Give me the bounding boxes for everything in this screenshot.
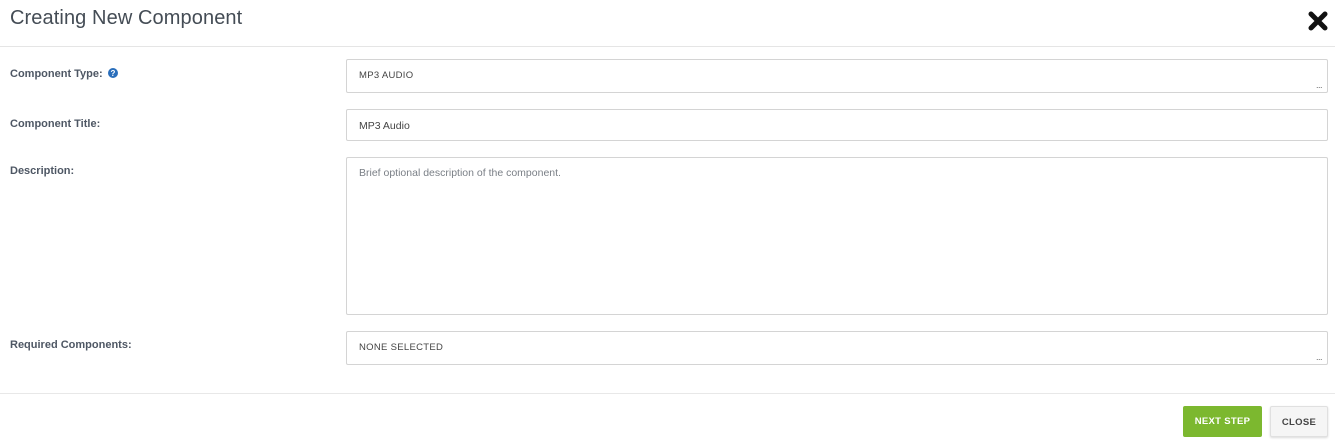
picker-ellipsis-icon[interactable]: ... — [1316, 81, 1323, 90]
component-type-value: MP3 AUDIO — [359, 70, 414, 81]
svg-text:?: ? — [110, 69, 115, 78]
description-textarea[interactable] — [346, 157, 1328, 315]
picker-ellipsis-icon[interactable]: ... — [1316, 353, 1323, 362]
component-title-label: Component Title: — [10, 118, 101, 130]
component-title-input[interactable]: MP3 Audio — [346, 109, 1328, 141]
close-x-icon[interactable] — [1305, 8, 1331, 34]
required-components-picker[interactable]: NONE SELECTED ... — [346, 331, 1328, 365]
description-label: Description: — [10, 165, 75, 177]
required-components-value: NONE SELECTED — [359, 342, 444, 353]
component-type-label: Component Type: ? — [10, 68, 118, 80]
component-type-picker[interactable]: MP3 AUDIO ... — [346, 59, 1328, 93]
question-circle-icon[interactable]: ? — [107, 68, 118, 78]
footer-divider — [0, 393, 1335, 394]
component-type-label-text: Component Type: — [10, 68, 103, 80]
dialog-header: Creating New Component — [0, 0, 1335, 47]
component-title-value: MP3 Audio — [359, 120, 410, 132]
dialog-title: Creating New Component — [10, 7, 243, 29]
required-components-label: Required Components: — [10, 339, 132, 351]
create-component-dialog: Creating New Component Component Type: ?… — [0, 0, 1335, 442]
close-button[interactable]: CLOSE — [1270, 406, 1328, 437]
next-step-button[interactable]: NEXT STEP — [1183, 406, 1262, 437]
